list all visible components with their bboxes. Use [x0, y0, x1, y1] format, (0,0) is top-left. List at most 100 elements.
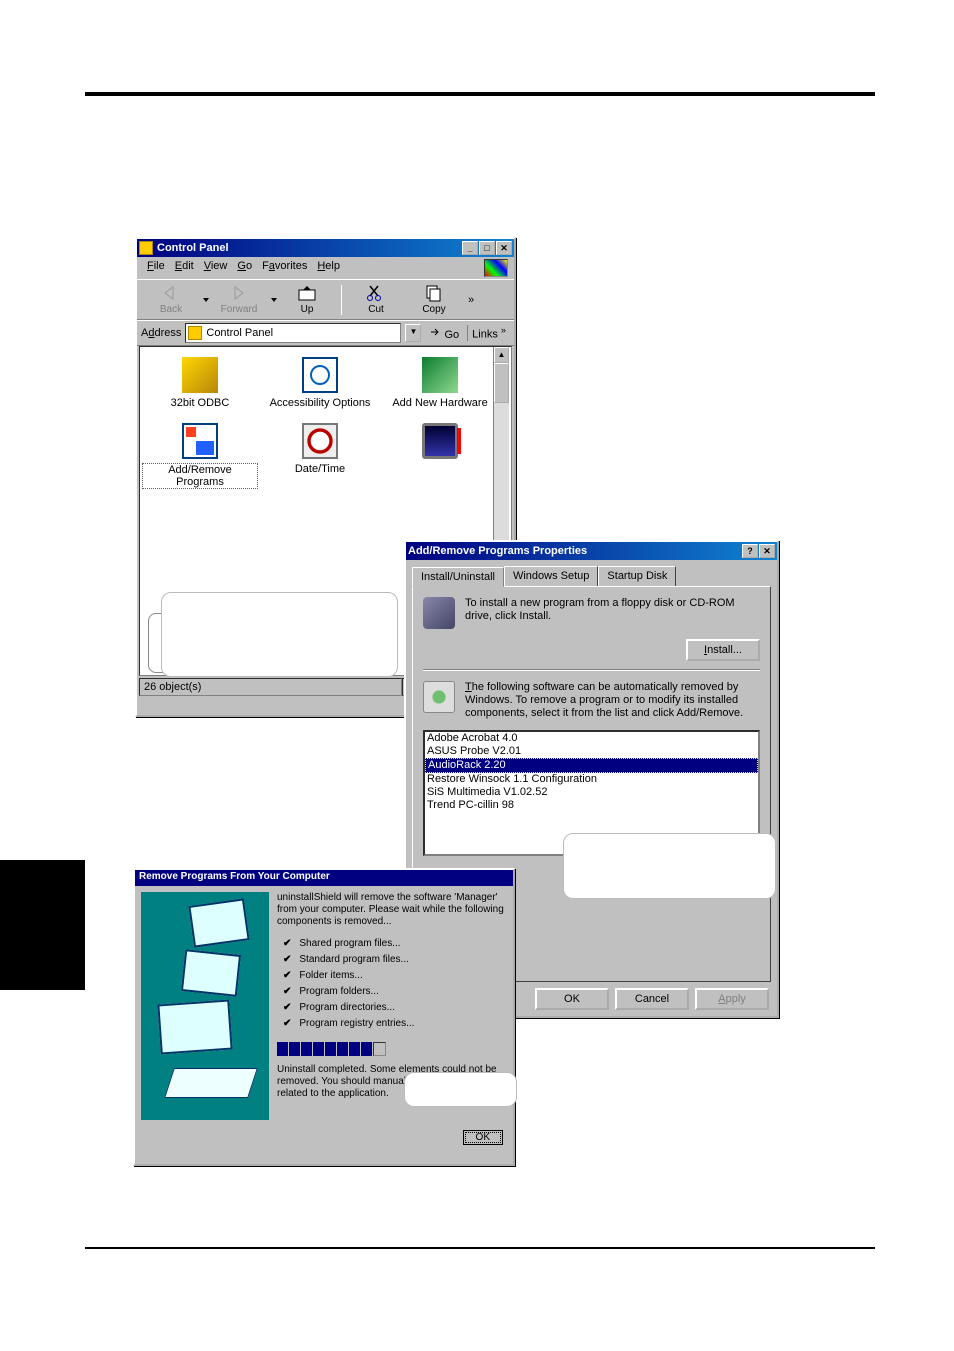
apply-button[interactable]: Apply [695, 988, 769, 1010]
up-label: Up [301, 304, 314, 315]
overlay-blob-3 [404, 1072, 517, 1107]
uninstall-ok-button[interactable]: OK [463, 1130, 503, 1145]
toolbar-separator [341, 285, 342, 315]
toolbar-more-icon[interactable]: » [464, 294, 478, 306]
list-item[interactable]: Restore Winsock 1.1 Configuration [425, 773, 758, 786]
remove-info-text: The following software can be automatica… [465, 681, 760, 720]
remove-programs-window: Remove Programs From Your Computer unins… [133, 868, 515, 1166]
ok-button[interactable]: OK [535, 988, 609, 1010]
check-item: Program directories... [283, 1000, 507, 1016]
maximize-button[interactable]: □ [479, 241, 495, 255]
scroll-thumb[interactable] [494, 363, 509, 403]
menubar: File Edit View Go Favorites Help [137, 257, 514, 279]
minimize-button[interactable]: _ [462, 241, 478, 255]
menu-help[interactable]: Help [313, 259, 344, 277]
menu-file[interactable]: File [143, 259, 169, 277]
icon-label: Accessibility Options [270, 397, 371, 409]
address-input[interactable]: Control Panel [185, 323, 401, 343]
cut-label: Cut [368, 304, 384, 315]
display-icon [422, 423, 458, 459]
control-panel-title: Control Panel [157, 242, 229, 254]
links-button[interactable]: Links » [467, 325, 510, 341]
icon-add-remove-programs[interactable]: Add/Remove Programs [140, 419, 260, 499]
forward-label: Forward [221, 304, 258, 315]
uninstall-checklist: Shared program files... Standard program… [283, 936, 507, 1032]
copy-button[interactable]: Copy [406, 282, 462, 317]
page-rule-top [85, 92, 875, 96]
props-close-button[interactable]: ✕ [759, 544, 775, 558]
up-folder-icon [297, 284, 317, 302]
icon-32bit-odbc[interactable]: 32bit ODBC [140, 353, 260, 419]
datetime-icon [302, 423, 338, 459]
list-item-selected[interactable]: AudioRack 2.20 [425, 758, 758, 773]
menu-edit[interactable]: Edit [171, 259, 198, 277]
back-dropdown-icon[interactable] [203, 298, 209, 302]
copy-label: Copy [422, 304, 445, 315]
list-item[interactable]: Trend PC-cillin 98 [425, 799, 758, 812]
scroll-up-button[interactable]: ▲ [494, 347, 509, 363]
check-item: Program folders... [283, 984, 507, 1000]
control-panel-icon [139, 241, 153, 255]
tab-windows-setup[interactable]: Windows Setup [504, 566, 598, 586]
recycle-icon [423, 681, 455, 713]
props-title-text: Add/Remove Programs Properties [408, 545, 587, 557]
cut-button[interactable]: Cut [348, 282, 404, 317]
props-tabs: Install/Uninstall Windows Setup Startup … [406, 560, 777, 586]
go-label: Go [444, 329, 459, 341]
icon-accessibility[interactable]: Accessibility Options [260, 353, 380, 419]
icon-label: Add/Remove Programs [142, 463, 258, 489]
forward-button[interactable]: Forward [211, 282, 267, 317]
toolbar: Back Forward Up Cut Copy » [137, 279, 514, 320]
icon-date-time[interactable]: Date/Time [260, 419, 380, 499]
install-icon [423, 597, 455, 629]
close-button[interactable]: ✕ [496, 241, 512, 255]
uninstall-graphic [141, 892, 269, 1120]
icon-add-hardware[interactable]: Add New Hardware [380, 353, 500, 419]
separator [423, 669, 760, 671]
back-button[interactable]: Back [143, 282, 199, 317]
forward-arrow-icon [229, 284, 249, 302]
install-info-text: To install a new program from a floppy d… [465, 597, 760, 629]
address-label: Address [141, 327, 181, 339]
odbc-icon [182, 357, 218, 393]
menu-go[interactable]: Go [233, 259, 256, 277]
add-remove-icon [182, 423, 218, 459]
go-arrow-icon [429, 326, 441, 338]
props-titlebar[interactable]: Add/Remove Programs Properties ? ✕ [406, 542, 777, 560]
icon-label: Date/Time [295, 463, 345, 475]
up-button[interactable]: Up [279, 282, 335, 317]
icon-display[interactable] [380, 419, 500, 499]
list-item[interactable]: SiS Multimedia V1.02.52 [425, 786, 758, 799]
menu-favorites[interactable]: Favorites [258, 259, 311, 277]
tab-startup-disk[interactable]: Startup Disk [598, 566, 676, 586]
links-label: Links [472, 329, 498, 341]
check-item: Standard program files... [283, 952, 507, 968]
control-panel-titlebar[interactable]: Control Panel _ □ ✕ [137, 239, 514, 257]
help-button[interactable]: ? [742, 544, 758, 558]
tab-install-uninstall[interactable]: Install/Uninstall [412, 567, 504, 587]
check-item: Program registry entries... [283, 1016, 507, 1032]
install-button[interactable]: Install... [686, 639, 760, 661]
uninstall-intro-text: uninstallShield will remove the software… [277, 892, 507, 928]
address-dropdown-button[interactable]: ▼ [405, 324, 421, 342]
icon-label: 32bit ODBC [171, 397, 230, 409]
address-bar: Address Control Panel ▼ Go Links » [137, 320, 514, 346]
icon-label: Add New Hardware [392, 397, 487, 409]
uninstall-titlebar[interactable]: Remove Programs From Your Computer [135, 870, 513, 886]
menu-view[interactable]: View [200, 259, 232, 277]
page-rule-bottom [85, 1247, 875, 1249]
list-item[interactable]: Adobe Acrobat 4.0 [425, 732, 758, 745]
forward-dropdown-icon[interactable] [271, 298, 277, 302]
go-button[interactable]: Go [425, 326, 463, 341]
accessibility-icon [302, 357, 338, 393]
back-arrow-icon [161, 284, 181, 302]
address-folder-icon [188, 326, 202, 340]
overlay-blob-2 [563, 833, 776, 899]
page-side-tab [0, 860, 85, 990]
check-item: Folder items... [283, 968, 507, 984]
windows-logo-icon [484, 259, 508, 277]
overlay-blob-1 [161, 592, 398, 677]
status-text: 26 object(s) [139, 678, 402, 696]
cancel-button[interactable]: Cancel [615, 988, 689, 1010]
list-item[interactable]: ASUS Probe V2.01 [425, 745, 758, 758]
